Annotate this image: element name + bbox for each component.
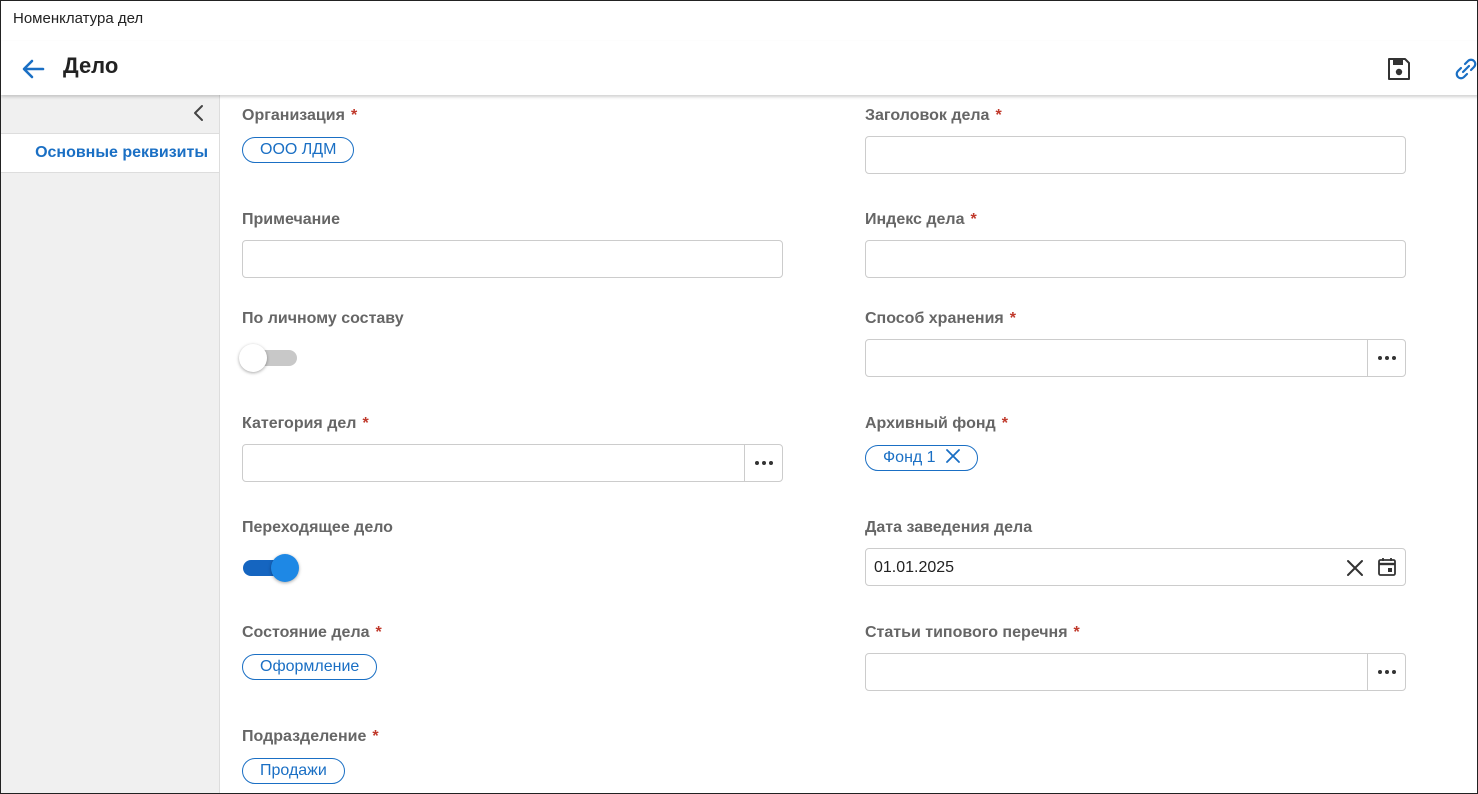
sidebar: Основные реквизиты [1, 95, 220, 793]
required-mark: * [350, 107, 358, 124]
required-mark: * [995, 107, 1002, 124]
case-title-label: Заголовок дела * [865, 107, 1002, 124]
case-state-chip[interactable]: Оформление [242, 654, 378, 680]
more-options-icon[interactable] [744, 445, 782, 481]
toggle-knob [239, 344, 267, 372]
case-state-label: Состояние дела * [242, 624, 382, 641]
personnel-toggle[interactable] [239, 344, 301, 372]
department-label: Подразделение * [242, 728, 379, 745]
close-icon[interactable] [945, 449, 960, 463]
organization-chip[interactable]: ООО ЛДМ [242, 137, 355, 163]
case-category-field[interactable] [242, 444, 783, 482]
note-label: Примечание [242, 211, 341, 228]
start-date-value: 01.01.2025 [874, 559, 955, 576]
clear-icon[interactable] [1345, 558, 1365, 578]
personnel-label: По личному составу [242, 310, 404, 327]
more-options-icon[interactable] [1367, 654, 1405, 690]
note-input[interactable] [242, 240, 783, 278]
archive-fund-chip[interactable]: Фонд 1 [865, 445, 978, 471]
required-mark: * [375, 624, 382, 641]
header-bar: Дело [1, 41, 1478, 95]
start-date-field[interactable]: 01.01.2025 [865, 548, 1406, 586]
case-index-label: Индекс дела * [865, 211, 977, 228]
transitional-toggle[interactable] [241, 554, 301, 582]
case-index-input[interactable] [865, 240, 1406, 278]
required-mark: * [372, 728, 379, 745]
required-mark: * [1009, 310, 1016, 327]
standard-list-articles-label: Статьи типового перечня * [865, 624, 1080, 641]
storage-method-label: Способ хранения * [865, 310, 1016, 327]
case-title-input[interactable] [865, 136, 1406, 174]
standard-list-articles-field[interactable] [865, 653, 1406, 691]
required-mark: * [970, 211, 977, 228]
window-title: Номенклатура дел [13, 10, 144, 27]
chevron-left-icon[interactable] [189, 103, 209, 123]
start-date-label: Дата заведения дела [865, 519, 1033, 536]
page-title: Дело [63, 53, 119, 78]
back-arrow-icon[interactable] [19, 55, 47, 83]
save-icon[interactable] [1385, 55, 1413, 83]
transitional-label: Переходящее дело [242, 519, 393, 536]
toggle-knob [271, 554, 299, 582]
storage-method-field[interactable] [865, 339, 1406, 377]
archive-fund-label: Архивный фонд * [865, 415, 1008, 432]
department-chip[interactable]: Продажи [242, 758, 345, 784]
sidebar-item-label: Основные реквизиты [35, 144, 208, 161]
calendar-icon[interactable] [1376, 556, 1398, 578]
more-options-icon[interactable] [1367, 340, 1405, 376]
app-window: Номенклатура дел Дело Основные реквизиты [0, 0, 1478, 794]
sidebar-item-main-details[interactable]: Основные реквизиты [1, 133, 219, 173]
required-mark: * [1001, 415, 1008, 432]
required-mark: * [1073, 624, 1080, 641]
link-icon[interactable] [1452, 55, 1478, 83]
case-category-label: Категория дел * [242, 415, 369, 432]
required-mark: * [362, 415, 369, 432]
organization-label: Организация * [242, 107, 358, 124]
